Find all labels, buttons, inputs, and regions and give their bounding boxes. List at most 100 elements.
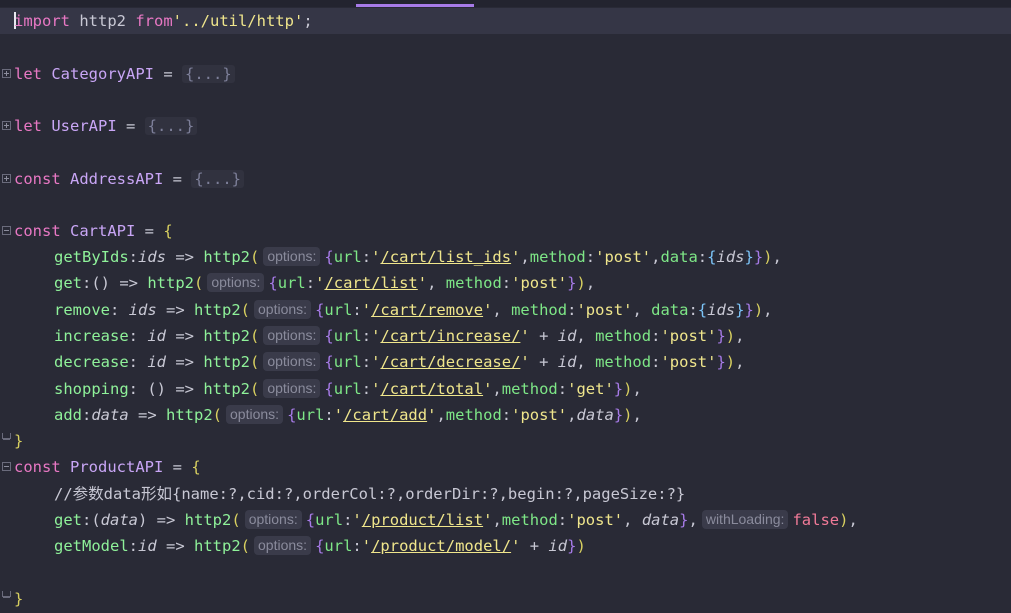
- url-literal[interactable]: /product/model/: [371, 537, 511, 555]
- code-line-product-get[interactable]: get:(data) => http2(options: {url:'/produ…: [14, 507, 858, 533]
- url-literal[interactable]: /cart/list: [324, 274, 417, 292]
- parameter-hint: options:: [263, 379, 321, 398]
- parameter: ids: [128, 301, 157, 319]
- method-name: getByIds: [54, 248, 129, 266]
- active-tab-indicator[interactable]: [356, 4, 474, 7]
- fold-expand-icon[interactable]: [2, 69, 11, 78]
- brace: }: [14, 590, 24, 608]
- fold-collapse-icon[interactable]: [2, 462, 11, 471]
- punctuation: =: [172, 170, 192, 188]
- url-literal[interactable]: /cart/list_ids: [380, 248, 511, 266]
- method-name: increase: [54, 327, 129, 345]
- brace: }: [14, 432, 24, 450]
- parameter-hint: options:: [263, 247, 321, 266]
- brace: {: [191, 458, 201, 476]
- code-editor[interactable]: import http2 from'../util/http'; let Cat…: [0, 0, 1011, 613]
- string-literal: post: [520, 406, 558, 424]
- string-literal: post: [669, 353, 708, 371]
- code-line-cart-shopping[interactable]: shopping: () => http2(options: {url:'/car…: [14, 376, 642, 402]
- string-literal: post: [669, 327, 708, 345]
- code-line-cart-getbyids[interactable]: getByIds:ids => http2(options: {url:'/car…: [14, 244, 782, 270]
- brace: {: [163, 222, 173, 240]
- keyword: const: [14, 222, 61, 240]
- parameter: id: [147, 327, 166, 345]
- string-literal: post: [585, 301, 624, 319]
- code-line-import[interactable]: import http2 from'../util/http';: [14, 8, 313, 34]
- string-literal: get: [576, 380, 605, 398]
- fold-expand-icon[interactable]: [2, 174, 11, 183]
- code-line-cart-increase[interactable]: increase: id => http2(options: {url:'/car…: [14, 323, 744, 349]
- folded-region[interactable]: {...}: [182, 65, 235, 83]
- method-name: remove: [54, 301, 110, 319]
- keyword: from: [135, 12, 173, 30]
- code-line-cart-decrease[interactable]: decrease: id => http2(options: {url:'/car…: [14, 349, 744, 375]
- code-line-product-getmodel[interactable]: getModel:id => http2(options: {url:'/prod…: [14, 533, 586, 559]
- method-name: shopping: [54, 380, 129, 398]
- keyword: const: [14, 458, 61, 476]
- parameter: data: [91, 406, 129, 424]
- code-comment: //参数data形如{name:?,cid:?,orderCol:?,order…: [54, 485, 686, 503]
- identifier: CartAPI: [60, 222, 145, 240]
- parameter-hint: options:: [207, 273, 265, 292]
- punctuation: ;: [303, 12, 313, 30]
- method-name: add: [54, 406, 82, 424]
- folded-region[interactable]: {...}: [144, 117, 198, 135]
- punctuation: =: [144, 222, 164, 240]
- string-literal: '../util/http': [172, 12, 304, 30]
- parameter: data: [100, 511, 138, 529]
- code-line-product-close[interactable]: }: [14, 586, 23, 612]
- parameter-hint: withLoading:: [701, 510, 789, 529]
- url-literal[interactable]: /cart/decrease/: [380, 353, 520, 371]
- method-name: decrease: [54, 353, 129, 371]
- code-line-product-api[interactable]: const ProductAPI = {: [14, 454, 201, 480]
- code-line-cart-add[interactable]: add:data => http2(options: {url:'/cart/ad…: [14, 402, 642, 428]
- code-line-comment[interactable]: //参数data形如{name:?,cid:?,orderCol:?,order…: [14, 481, 685, 507]
- code-line-cart-remove[interactable]: remove: ids => http2(options: {url:'/cart…: [14, 297, 773, 323]
- boolean-literal: false: [792, 511, 840, 529]
- keyword: const: [14, 170, 61, 188]
- method-name: get: [54, 274, 82, 292]
- code-line-cart-close[interactable]: }: [14, 428, 23, 454]
- parameter-hint: options:: [226, 405, 284, 424]
- method-name: get: [54, 511, 82, 529]
- parameter: (): [91, 274, 111, 292]
- identifier: ProductAPI: [60, 458, 173, 476]
- parameter-hint: options:: [263, 352, 321, 371]
- fold-end-icon[interactable]: [2, 433, 11, 440]
- method-name: getModel: [54, 537, 129, 555]
- editor-tab-bar: [0, 0, 1011, 7]
- fold-collapse-icon[interactable]: [2, 226, 11, 235]
- keyword: let: [14, 65, 42, 83]
- url-literal[interactable]: /product/list: [362, 511, 483, 529]
- identifier: AddressAPI: [60, 170, 173, 188]
- url-literal[interactable]: /cart/add: [343, 406, 427, 424]
- string-literal: post: [604, 248, 642, 266]
- code-line-user-api[interactable]: let UserAPI = {...}: [14, 113, 198, 139]
- url-literal[interactable]: /cart/remove: [371, 301, 483, 319]
- parameter-hint: options:: [254, 300, 312, 319]
- code-line-address-api[interactable]: const AddressAPI = {...}: [14, 166, 244, 192]
- code-line-cart-api[interactable]: const CartAPI = {: [14, 218, 173, 244]
- fold-end-icon[interactable]: [2, 591, 11, 598]
- parameter-hint: options:: [254, 536, 312, 555]
- parameter-hint: options:: [244, 510, 302, 529]
- identifier: http2: [70, 12, 136, 30]
- string-literal: post: [576, 511, 614, 529]
- code-line-cart-get[interactable]: get:() => http2(options: {url:'/cart/list…: [14, 270, 595, 296]
- parameter: (): [147, 380, 166, 398]
- url-literal[interactable]: /cart/increase/: [380, 327, 520, 345]
- identifier: UserAPI: [42, 117, 126, 135]
- punctuation: =: [172, 458, 192, 476]
- keyword: let: [14, 117, 42, 135]
- keyword: import: [14, 12, 70, 30]
- parameter: id: [138, 537, 157, 555]
- url-literal[interactable]: /cart/total: [380, 380, 483, 398]
- string-literal: post: [520, 274, 558, 292]
- punctuation: =: [126, 117, 145, 135]
- parameter-hint: options:: [263, 326, 321, 345]
- parameter: ids: [138, 248, 166, 266]
- code-line-category-api[interactable]: let CategoryAPI = {...}: [14, 61, 235, 87]
- folded-region[interactable]: {...}: [191, 170, 244, 188]
- fold-expand-icon[interactable]: [2, 121, 11, 130]
- parameter: id: [147, 353, 166, 371]
